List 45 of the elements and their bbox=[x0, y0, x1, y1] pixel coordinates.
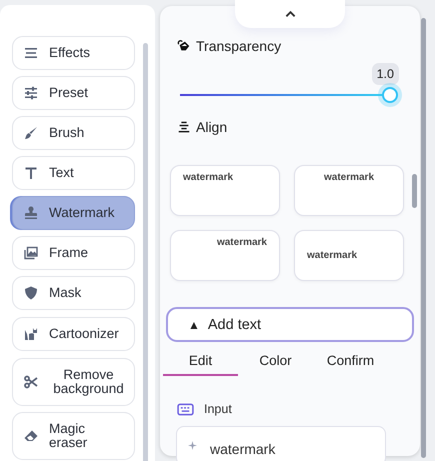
tab[interactable]: Color bbox=[238, 346, 313, 376]
sliders-icon bbox=[23, 85, 39, 101]
slider-value: 1.0 bbox=[372, 63, 399, 85]
tool-button[interactable]: Frame bbox=[12, 236, 135, 270]
stamp-icon bbox=[23, 205, 39, 221]
eraser-icon bbox=[23, 428, 39, 444]
chevron-up-icon bbox=[284, 10, 296, 18]
brush-icon bbox=[23, 125, 39, 141]
tab[interactable]: Confirm bbox=[313, 346, 388, 376]
tab[interactable]: Edit bbox=[163, 346, 238, 376]
tool-button[interactable]: Mask bbox=[12, 276, 135, 310]
align-icon bbox=[177, 120, 191, 134]
tool-button[interactable]: Watermark bbox=[12, 196, 135, 230]
collapse-button[interactable] bbox=[235, 0, 345, 28]
section-label: Input bbox=[204, 402, 232, 416]
template-text: watermark bbox=[307, 250, 358, 261]
section-label: Transparency bbox=[196, 38, 282, 54]
scrollbar[interactable] bbox=[143, 43, 148, 461]
scissors-icon bbox=[23, 374, 39, 390]
tool-button[interactable]: Preset bbox=[12, 76, 135, 110]
template-text: watermark bbox=[183, 172, 234, 183]
sparkle-icon bbox=[188, 441, 197, 450]
template-text: watermark bbox=[324, 172, 374, 183]
scrollbar[interactable] bbox=[421, 18, 426, 458]
slider-thumb[interactable] bbox=[382, 87, 398, 103]
text-input-field[interactable]: watermark bbox=[176, 426, 386, 461]
image-icon bbox=[23, 245, 39, 261]
keyboard-icon bbox=[177, 402, 194, 416]
template-card[interactable]: watermark bbox=[170, 165, 280, 216]
tool-button[interactable]: Effects bbox=[12, 36, 135, 70]
tool-button[interactable]: Text bbox=[12, 156, 135, 190]
template-card[interactable]: watermark bbox=[294, 230, 404, 281]
tool-button[interactable]: Magic eraser bbox=[12, 412, 135, 460]
template-card[interactable]: watermark bbox=[294, 165, 404, 216]
letter-t-icon bbox=[23, 165, 39, 181]
section-label: Align bbox=[196, 119, 228, 135]
tool-button[interactable]: Remove background bbox=[12, 358, 135, 406]
add-text-button[interactable]: ▲ Add text bbox=[166, 307, 414, 342]
template-text: watermark bbox=[216, 237, 267, 248]
tool-button[interactable]: Brush bbox=[12, 116, 135, 150]
bucket-icon bbox=[177, 39, 191, 53]
template-card[interactable]: watermark bbox=[170, 230, 280, 281]
tool-button[interactable]: Cartoonizer bbox=[12, 317, 135, 351]
menu-icon bbox=[23, 45, 39, 61]
shield-icon bbox=[23, 285, 39, 301]
